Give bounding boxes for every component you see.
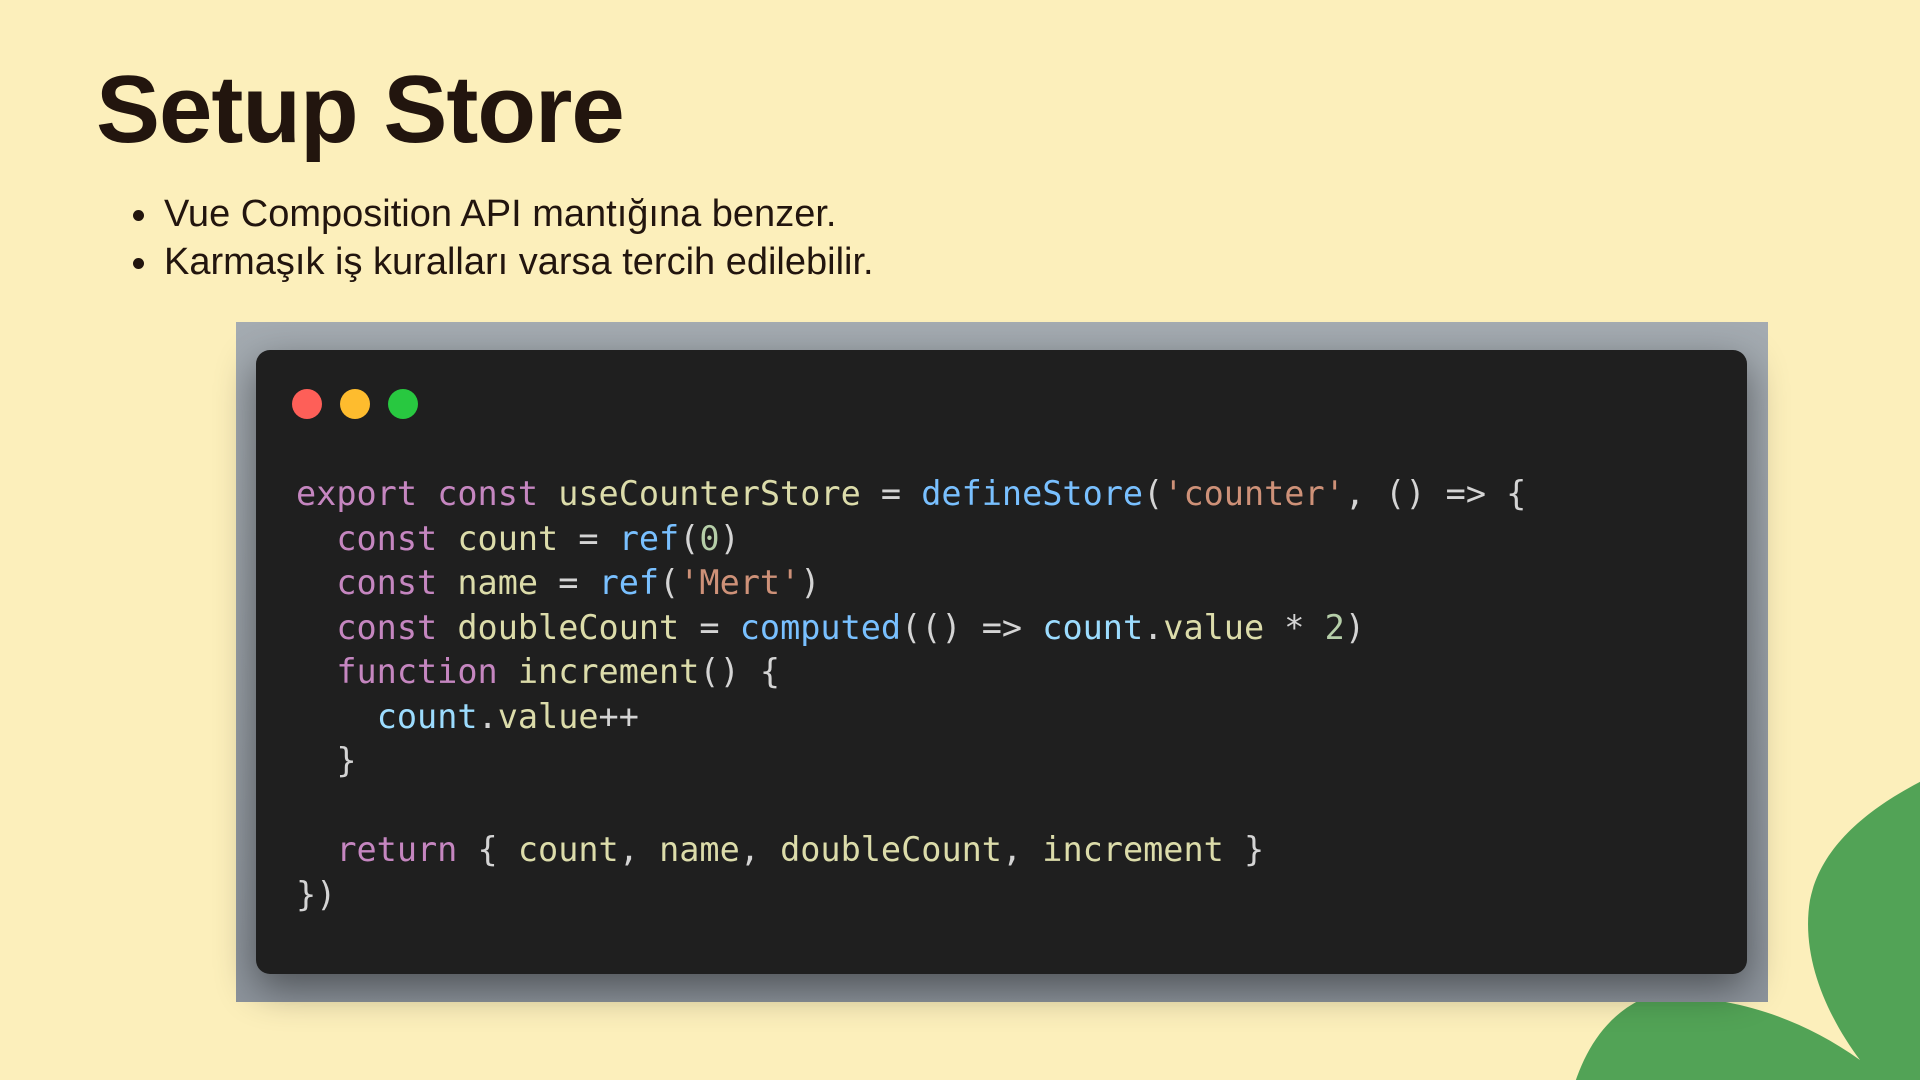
code-token: increment	[517, 652, 700, 691]
bullet-list: Vue Composition API mantığına benzer. Ka…	[130, 190, 874, 286]
code-token: 0	[699, 518, 720, 558]
code-token: (() =>	[901, 607, 1043, 647]
code-line: return { count, name, doubleCount, incre…	[296, 828, 1526, 873]
code-block: export const useCounterStore = defineSto…	[296, 472, 1526, 917]
code-token: ,	[618, 830, 660, 869]
code-token: ref	[598, 563, 660, 602]
code-token: doubleCount	[780, 830, 1002, 869]
code-line: function increment() {	[296, 650, 1526, 695]
code-token: .	[1143, 607, 1164, 647]
code-token: =	[558, 518, 619, 558]
code-token: ,	[1001, 830, 1043, 869]
code-token: }	[296, 741, 357, 780]
bullet-text: Vue Composition API mantığına benzer.	[164, 193, 837, 235]
code-token: )	[1344, 607, 1365, 647]
code-token: =	[860, 474, 922, 513]
bullet-text: Karmaşık iş kuralları varsa tercih edile…	[164, 241, 874, 283]
code-token: count	[1042, 607, 1144, 647]
window-maximize-dot-icon	[388, 389, 418, 419]
code-screenshot-frame: export const useCounterStore = defineSto…	[236, 322, 1768, 1002]
code-token: })	[296, 874, 337, 914]
code-token: 2	[1324, 607, 1345, 647]
code-line: })	[296, 873, 1526, 918]
code-line: export const useCounterStore = defineSto…	[296, 472, 1526, 517]
slide-title: Setup Store	[96, 56, 625, 163]
code-token: useCounterStore	[558, 474, 861, 513]
code-token: *	[1264, 607, 1325, 647]
code-token: (	[659, 563, 680, 602]
code-token: =	[679, 607, 740, 647]
code-token: )	[800, 563, 821, 602]
code-token: function	[336, 652, 498, 691]
code-token: () {	[699, 652, 781, 691]
code-token: ++	[598, 696, 639, 736]
code-token: const	[336, 563, 438, 602]
code-token: ,	[739, 830, 781, 869]
code-line: const name = ref('Mert')	[296, 561, 1526, 606]
code-token: return	[336, 830, 458, 869]
code-token: name	[659, 830, 740, 869]
code-line: const doubleCount = computed(() => count…	[296, 606, 1526, 651]
window-close-dot-icon	[292, 389, 322, 419]
bullet-dot-icon	[133, 258, 144, 269]
code-token: count	[376, 696, 478, 736]
code-token: =	[538, 563, 599, 602]
code-token: .	[477, 696, 498, 736]
code-token: value	[1163, 607, 1265, 647]
code-token: const	[336, 607, 438, 647]
code-token: computed	[739, 607, 902, 647]
code-token: (	[1143, 474, 1164, 513]
code-token: increment	[1042, 830, 1224, 869]
code-token: const	[437, 474, 539, 513]
code-window: export const useCounterStore = defineSto…	[256, 350, 1747, 974]
code-token: export	[296, 474, 418, 513]
code-token: {	[457, 830, 518, 869]
code-token: (	[679, 518, 700, 558]
window-minimize-dot-icon	[340, 389, 370, 419]
bullet-item: Vue Composition API mantığına benzer.	[130, 190, 874, 238]
code-token: 'Mert'	[679, 563, 801, 602]
code-token: const	[336, 518, 438, 558]
bullet-item: Karmaşık iş kuralları varsa tercih edile…	[130, 238, 874, 286]
code-token: value	[497, 696, 599, 736]
code-token: count	[457, 518, 559, 558]
code-token: doubleCount	[457, 607, 680, 647]
code-token: defineStore	[921, 474, 1144, 513]
code-token: )	[719, 518, 740, 558]
code-line: count.value++	[296, 695, 1526, 740]
code-token: name	[457, 563, 539, 602]
code-token: , () => {	[1344, 474, 1527, 513]
bullet-dot-icon	[133, 210, 144, 221]
code-line: }	[296, 739, 1526, 784]
code-line: const count = ref(0)	[296, 517, 1526, 562]
code-token: }	[1223, 830, 1265, 869]
code-token: count	[517, 830, 619, 869]
code-token: 'counter'	[1163, 474, 1345, 513]
code-token: ref	[618, 518, 680, 558]
